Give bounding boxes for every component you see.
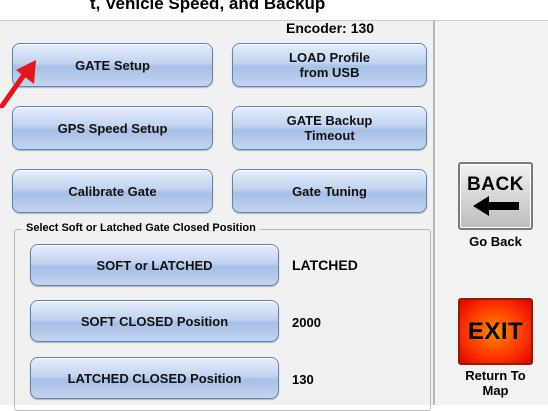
gate-backup-timeout-button[interactable]: GATE Backup Timeout <box>232 106 427 150</box>
red-arrow-icon <box>0 60 36 108</box>
exit-button[interactable]: EXIT <box>458 298 533 365</box>
latched-closed-position-label: LATCHED CLOSED Position <box>67 370 242 386</box>
soft-or-latched-button[interactable]: SOFT or LATCHED <box>30 244 279 286</box>
encoder-value: 130 <box>350 20 375 36</box>
return-to-map-caption: Return To Map <box>465 368 526 398</box>
soft-or-latched-label: SOFT or LATCHED <box>96 257 213 273</box>
gps-speed-setup-label: GPS Speed Setup <box>57 120 168 136</box>
gate-tuning-button[interactable]: Gate Tuning <box>232 169 427 213</box>
soft-closed-position-value: 2000 <box>292 315 321 330</box>
cut-off-heading: t, Vehicle Speed, and Backup <box>90 0 326 13</box>
gate-tuning-label: Gate Tuning <box>292 183 367 199</box>
gate-setup-label: GATE Setup <box>75 57 150 73</box>
gate-backup-timeout-label: GATE Backup Timeout <box>286 113 373 143</box>
exit-label: EXIT <box>467 317 524 345</box>
calibrate-gate-label: Calibrate Gate <box>68 183 157 199</box>
soft-or-latched-value: LATCHED <box>292 257 358 273</box>
latched-closed-position-button[interactable]: LATCHED CLOSED Position <box>30 357 279 399</box>
gate-closed-position-legend: Select Soft or Latched Gate Closed Posit… <box>22 222 260 234</box>
encoder-readout: Encoder: 130 <box>286 20 374 36</box>
gps-speed-setup-button[interactable]: GPS Speed Setup <box>12 106 213 150</box>
back-label: BACK <box>467 174 524 195</box>
load-profile-label: LOAD Profile from USB <box>289 50 370 80</box>
left-arrow-icon <box>472 196 519 216</box>
encoder-label: Encoder: <box>286 20 347 36</box>
top-strip: t, Vehicle Speed, and Backup <box>0 0 548 20</box>
calibrate-gate-button[interactable]: Calibrate Gate <box>12 169 213 213</box>
gate-setup-button[interactable]: GATE Setup <box>12 43 213 87</box>
go-back-caption: Go Back <box>469 234 522 249</box>
soft-closed-position-label: SOFT CLOSED Position <box>80 313 229 329</box>
soft-closed-position-button[interactable]: SOFT CLOSED Position <box>30 300 279 342</box>
back-button[interactable]: BACK <box>458 162 533 230</box>
load-profile-button[interactable]: LOAD Profile from USB <box>232 43 427 87</box>
latched-closed-position-value: 130 <box>292 372 314 387</box>
